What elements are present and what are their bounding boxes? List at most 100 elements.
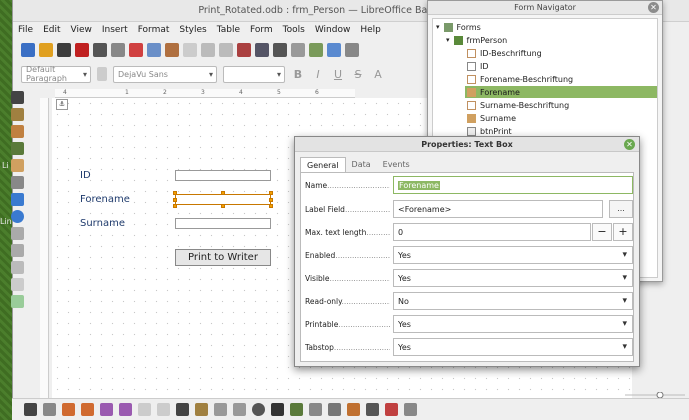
open-folder-icon[interactable] [39,43,53,57]
selection-handle[interactable] [269,204,273,208]
add-field-icon[interactable] [271,403,284,416]
selection-handle[interactable] [269,198,273,202]
new-document-icon[interactable] [21,43,35,57]
name-field[interactable]: Forename [393,176,633,194]
selection-handle[interactable] [173,198,177,202]
check-box-icon[interactable] [10,193,24,206]
tab-data[interactable]: Data [346,157,377,173]
bold-button[interactable]: B [291,68,305,81]
list-box-icon[interactable] [10,227,24,240]
menu-file[interactable]: File [18,25,33,35]
italic-button[interactable]: I [311,68,325,81]
form-navigator-icon[interactable] [10,142,24,155]
image-icon[interactable] [309,43,323,57]
table-control-icon[interactable] [10,295,24,308]
tab-events[interactable]: Events [377,157,416,173]
combo-box-icon[interactable] [10,244,24,257]
update-style-icon[interactable] [97,67,107,81]
field-id[interactable] [175,170,271,181]
print-preview-icon[interactable] [111,43,125,57]
bring-to-front-icon[interactable] [62,403,75,416]
auto-control-focus-icon[interactable] [328,403,341,416]
strikethrough-button[interactable]: S [351,68,365,81]
form-navigator-icon[interactable] [290,403,303,416]
selection-handle[interactable] [221,204,225,208]
ungroup-icon[interactable] [157,403,170,416]
zoom-slider[interactable] [625,392,689,398]
anchor-icon[interactable] [24,403,37,416]
tree-item-forename[interactable]: Forename [465,86,657,98]
find-replace-icon[interactable] [237,43,251,57]
open-in-design-mode-icon[interactable] [309,403,322,416]
menu-format[interactable]: Format [138,25,170,35]
underline-button[interactable]: U [331,68,345,81]
selection-handle[interactable] [173,191,177,195]
bring-forward-icon[interactable] [81,403,94,416]
menu-styles[interactable]: Styles [179,25,206,35]
chevron-down-icon[interactable]: ▾ [446,36,450,44]
position-size-icon[interactable] [347,403,360,416]
tabstop-select[interactable]: Yes [393,338,633,356]
copy-icon[interactable] [147,43,161,57]
push-button-icon[interactable] [10,261,24,274]
printable-select[interactable]: Yes [393,315,633,333]
helplines-icon[interactable] [404,403,417,416]
font-name-select[interactable]: DejaVu Sans [113,65,217,83]
text-box-icon[interactable] [10,176,24,189]
group-icon[interactable] [138,403,151,416]
enabled-select[interactable]: Yes [393,246,633,264]
chart-icon[interactable] [327,43,341,57]
print-to-writer-button[interactable]: Print to Writer [175,249,271,266]
option-button-icon[interactable] [10,210,24,223]
menu-insert[interactable]: Insert [102,25,128,35]
visible-select[interactable]: Yes [393,269,633,287]
select-pointer-icon[interactable] [10,91,24,104]
selection-handle[interactable] [173,204,177,208]
spelling-icon[interactable] [255,43,269,57]
tree-item-surname-beschriftung[interactable]: Surname-Beschriftung [467,99,569,111]
special-character-icon[interactable] [345,43,359,57]
tab-order-icon[interactable] [252,403,265,416]
table-icon[interactable] [291,43,305,57]
selection-handle[interactable] [269,191,273,195]
tab-general[interactable]: General [300,157,346,173]
undo-icon[interactable] [201,43,215,57]
formatted-field-icon[interactable] [10,278,24,291]
tree-item-surname[interactable]: Surname [467,112,516,124]
increment-button[interactable]: + [613,223,633,241]
redo-icon[interactable] [219,43,233,57]
close-icon[interactable]: ✕ [648,2,659,13]
close-icon[interactable]: ✕ [624,139,635,150]
cut-icon[interactable] [129,43,143,57]
selection-handle[interactable] [221,191,225,195]
menu-view[interactable]: View [71,25,92,35]
design-mode-icon[interactable] [10,108,24,121]
label-id[interactable]: ID [80,170,91,181]
formatting-marks-icon[interactable] [273,43,287,57]
save-icon[interactable] [57,43,71,57]
tree-item-id[interactable]: ID [467,60,489,72]
menu-window[interactable]: Window [315,25,351,35]
label-icon[interactable] [10,159,24,172]
max-length-input[interactable]: 0 [393,223,591,241]
export-pdf-icon[interactable] [75,43,89,57]
form-properties-icon[interactable] [233,403,246,416]
tree-item-forms[interactable]: ▾ Forms [436,21,481,33]
send-to-back-icon[interactable] [119,403,132,416]
print-icon[interactable] [93,43,107,57]
label-surname[interactable]: Surname [80,218,125,229]
menu-tools[interactable]: Tools [283,25,305,35]
send-backward-icon[interactable] [100,403,113,416]
tree-item-forename-beschriftung[interactable]: Forename-Beschriftung [467,73,573,85]
highlight-button[interactable]: A [371,68,385,81]
snap-to-grid-icon[interactable] [385,403,398,416]
font-size-select[interactable] [223,65,285,83]
select-icon[interactable] [176,403,189,416]
menu-table[interactable]: Table [217,25,240,35]
decrement-button[interactable]: − [592,223,612,241]
paragraph-style-select[interactable]: Default Paragraph [21,65,91,83]
label-field-browse-button[interactable]: ... [609,200,633,218]
label-forename[interactable]: Forename [80,194,130,205]
clone-formatting-icon[interactable] [183,43,197,57]
menu-form[interactable]: Form [250,25,273,35]
